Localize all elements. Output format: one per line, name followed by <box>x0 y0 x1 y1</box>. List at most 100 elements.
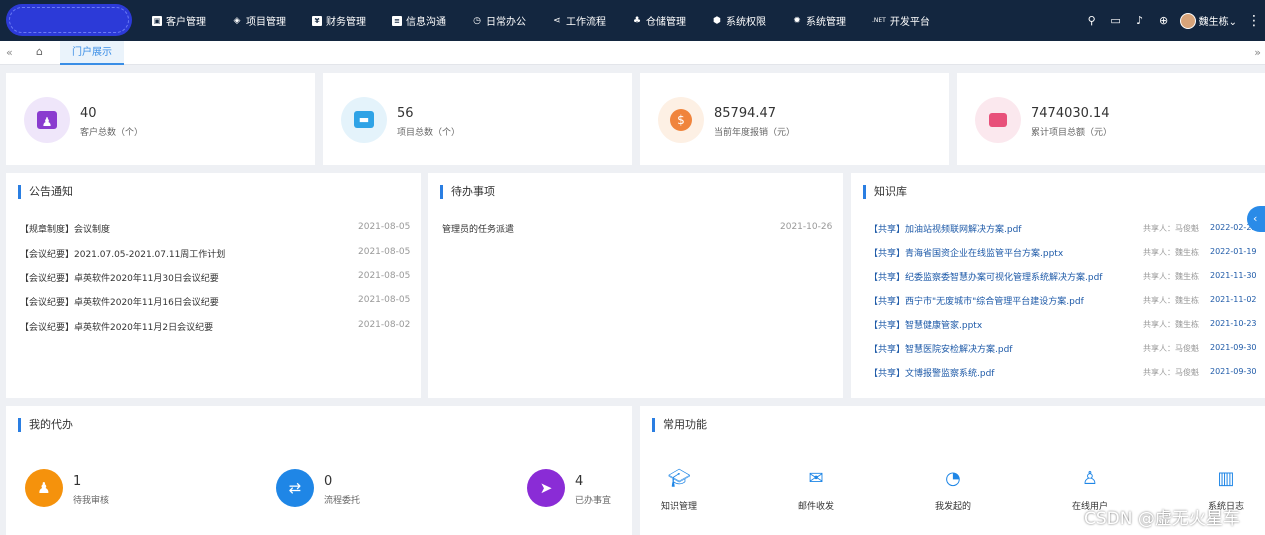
panel-title: 我的代办 <box>18 418 73 432</box>
clock-icon: ◷ <box>473 15 481 26</box>
briefcase-icon: ▬ <box>354 111 374 128</box>
knowledge-date: 2021-11-30 <box>1210 271 1257 280</box>
pending-item[interactable]: 管理员的任务派遣 <box>442 222 514 236</box>
transfer-icon[interactable]: ⇄ <box>276 469 314 507</box>
stat-value: 40 <box>80 106 97 121</box>
knowledge-sharer: 共享人：魏生栋 <box>1143 272 1199 281</box>
scroll-right-icon[interactable]: » <box>1254 46 1261 59</box>
username: 魏生栋 <box>1198 17 1229 28</box>
dotnet-icon: .NET <box>872 17 886 24</box>
wallet-icon <box>989 113 1007 127</box>
notice-item[interactable]: 【规章制度】会议制度 <box>20 222 110 236</box>
stat-card-reimbursement: $ 85794.47 当前年度报销（元） <box>640 73 949 165</box>
globe-icon[interactable]: ⊕ <box>1152 14 1176 27</box>
notice-item[interactable]: 【会议纪要】2021.07.05-2021.07.11周工作计划 <box>20 247 225 261</box>
top-right-tools: ⚲ ▭ ♪ ⊕ 魏生栋⌄ ⋮ <box>1080 0 1265 41</box>
knowledge-panel: 知识库 【共享】加油站视频联网解决方案.pdf 共享人：马俊魁 2022-02-… <box>851 173 1265 398</box>
nav-label: 系统权限 <box>726 17 766 28</box>
knowledge-sharer: 共享人：马俊魁 <box>1143 224 1199 233</box>
knowledge-date: 2021-09-30 <box>1210 343 1257 352</box>
function-knowledge[interactable]: 🎓︎ 知识管理 <box>649 468 709 512</box>
stamp-icon[interactable]: ♟ <box>25 469 63 507</box>
knowledge-item[interactable]: 【共享】加油站视频联网解决方案.pdf <box>869 222 1021 235</box>
stat-value: 7474030.14 <box>1031 106 1110 121</box>
panel-title: 知识库 <box>863 185 907 199</box>
todo-count: 0 <box>324 474 333 489</box>
nav-label: 工作流程 <box>566 17 606 28</box>
stat-label: 项目总数（个） <box>397 128 461 138</box>
todo-count: 1 <box>73 474 82 489</box>
message-icon: ≡ <box>392 15 402 26</box>
stat-card-projects: ▬ 56 项目总数（个） <box>323 73 632 165</box>
home-icon[interactable]: ⌂ <box>36 45 43 58</box>
customer-icon: ▣ <box>152 15 162 26</box>
knowledge-sharer: 共享人：马俊魁 <box>1143 344 1199 353</box>
user-menu[interactable]: 魏生栋⌄ <box>1199 13 1237 28</box>
mail-icon: ✉ <box>808 468 824 489</box>
knowledge-date: 2021-11-02 <box>1210 295 1257 304</box>
send-icon[interactable]: ➤ <box>527 469 565 507</box>
nav-label: 客户管理 <box>166 17 206 28</box>
scroll-left-icon[interactable]: « <box>6 46 13 59</box>
pending-panel: 待办事项 管理员的任务派遣 2021-10-26 <box>428 173 843 398</box>
nav-item-permission[interactable]: ⬢ 系统权限 <box>712 13 766 29</box>
panel-title: 公告通知 <box>18 185 73 199</box>
function-label: 知识管理 <box>660 502 697 512</box>
nav-item-customer[interactable]: ▣ 客户管理 <box>152 13 206 28</box>
knowledge-item[interactable]: 【共享】纪委监察委智慧办案可视化管理系统解决方案.pdf <box>869 270 1102 283</box>
knowledge-item[interactable]: 【共享】文博报警监察系统.pdf <box>869 366 994 379</box>
nav-item-office[interactable]: ◷ 日常办公 <box>472 13 526 29</box>
notice-date: 2021-08-02 <box>358 320 411 330</box>
knowledge-date: 2021-09-30 <box>1210 367 1257 376</box>
stamp-icon: ♟ <box>37 111 57 129</box>
todo-label[interactable]: 已办事宜 <box>575 493 611 506</box>
my-todo-panel: 我的代办 ♟ 1 待我审核 ⇄ 0 流程委托 ➤ 4 已办事宜 <box>6 406 632 535</box>
knowledge-date: 2021-10-23 <box>1210 319 1257 328</box>
chat-icon[interactable]: ▭ <box>1104 14 1128 27</box>
logo[interactable] <box>6 4 132 36</box>
notice-date: 2021-08-05 <box>358 222 411 232</box>
todo-label[interactable]: 待我审核 <box>73 493 109 506</box>
dollar-icon: $ <box>670 109 692 131</box>
nav-label: 财务管理 <box>326 17 366 28</box>
notice-item[interactable]: 【会议纪要】卓英软件2020年11月16日会议纪要 <box>20 295 219 309</box>
function-initiated[interactable]: ◔ 我发起的 <box>923 468 983 512</box>
notice-date: 2021-08-05 <box>358 271 411 281</box>
more-vertical-icon[interactable]: ⋮ <box>1247 13 1261 29</box>
finance-icon: ¥ <box>312 15 322 26</box>
knowledge-item[interactable]: 【共享】智慧医院安检解决方案.pdf <box>869 342 1012 355</box>
nav-item-project[interactable]: ◈ 项目管理 <box>232 13 286 29</box>
nav-label: 系统管理 <box>806 17 846 28</box>
notice-item[interactable]: 【会议纪要】卓英软件2020年11月2日会议纪要 <box>20 320 213 334</box>
knowledge-item[interactable]: 【共享】智慧健康管家.pptx <box>869 318 982 331</box>
chevron-down-icon: ⌄ <box>1228 17 1237 28</box>
graduation-cap-icon: 🎓︎ <box>667 468 691 489</box>
tab-portal[interactable]: 门户展示 <box>60 41 124 65</box>
stat-value: 85794.47 <box>714 106 777 121</box>
layers-icon: ◈ <box>233 15 241 26</box>
bell-icon[interactable]: ♪ <box>1128 14 1152 27</box>
avatar[interactable] <box>1179 12 1196 29</box>
nav-item-devplatform[interactable]: .NET 开发平台 <box>872 13 930 28</box>
clock-icon: ◔ <box>945 468 961 489</box>
nav-item-finance[interactable]: ¥ 财务管理 <box>312 13 366 28</box>
notice-item[interactable]: 【会议纪要】卓英软件2020年11月30日会议纪要 <box>20 271 219 285</box>
top-nav-bar: ▣ 客户管理 ◈ 项目管理 ¥ 财务管理 ≡ 信息沟通 ◷ 日常办公 ⋖ 工作流… <box>0 0 1265 41</box>
knowledge-sharer: 共享人：魏生栋 <box>1143 296 1199 305</box>
boxes-icon: ♣ <box>632 15 642 26</box>
function-label: 我发起的 <box>934 502 971 512</box>
notice-date: 2021-08-05 <box>358 295 411 305</box>
knowledge-item[interactable]: 【共享】西宁市"无废城市"综合管理平台建设方案.pdf <box>869 294 1084 307</box>
todo-count: 4 <box>575 474 584 489</box>
todo-label[interactable]: 流程委托 <box>324 493 360 506</box>
nav-item-system[interactable]: ✹ 系统管理 <box>792 13 846 29</box>
nav-item-warehouse[interactable]: ♣ 仓储管理 <box>632 13 686 29</box>
function-mail[interactable]: ✉ 邮件收发 <box>786 468 846 512</box>
nav-item-workflow[interactable]: ⋖ 工作流程 <box>552 13 606 29</box>
share-icon: ⋖ <box>553 15 561 26</box>
notice-panel: 公告通知 【规章制度】会议制度 2021-08-05 【会议纪要】2021.07… <box>6 173 421 398</box>
knowledge-item[interactable]: 【共享】青海省国资企业在线监管平台方案.pptx <box>869 246 1063 259</box>
stat-label: 客户总数（个） <box>80 128 144 138</box>
nav-item-message[interactable]: ≡ 信息沟通 <box>392 13 446 28</box>
search-icon[interactable]: ⚲ <box>1080 14 1104 27</box>
